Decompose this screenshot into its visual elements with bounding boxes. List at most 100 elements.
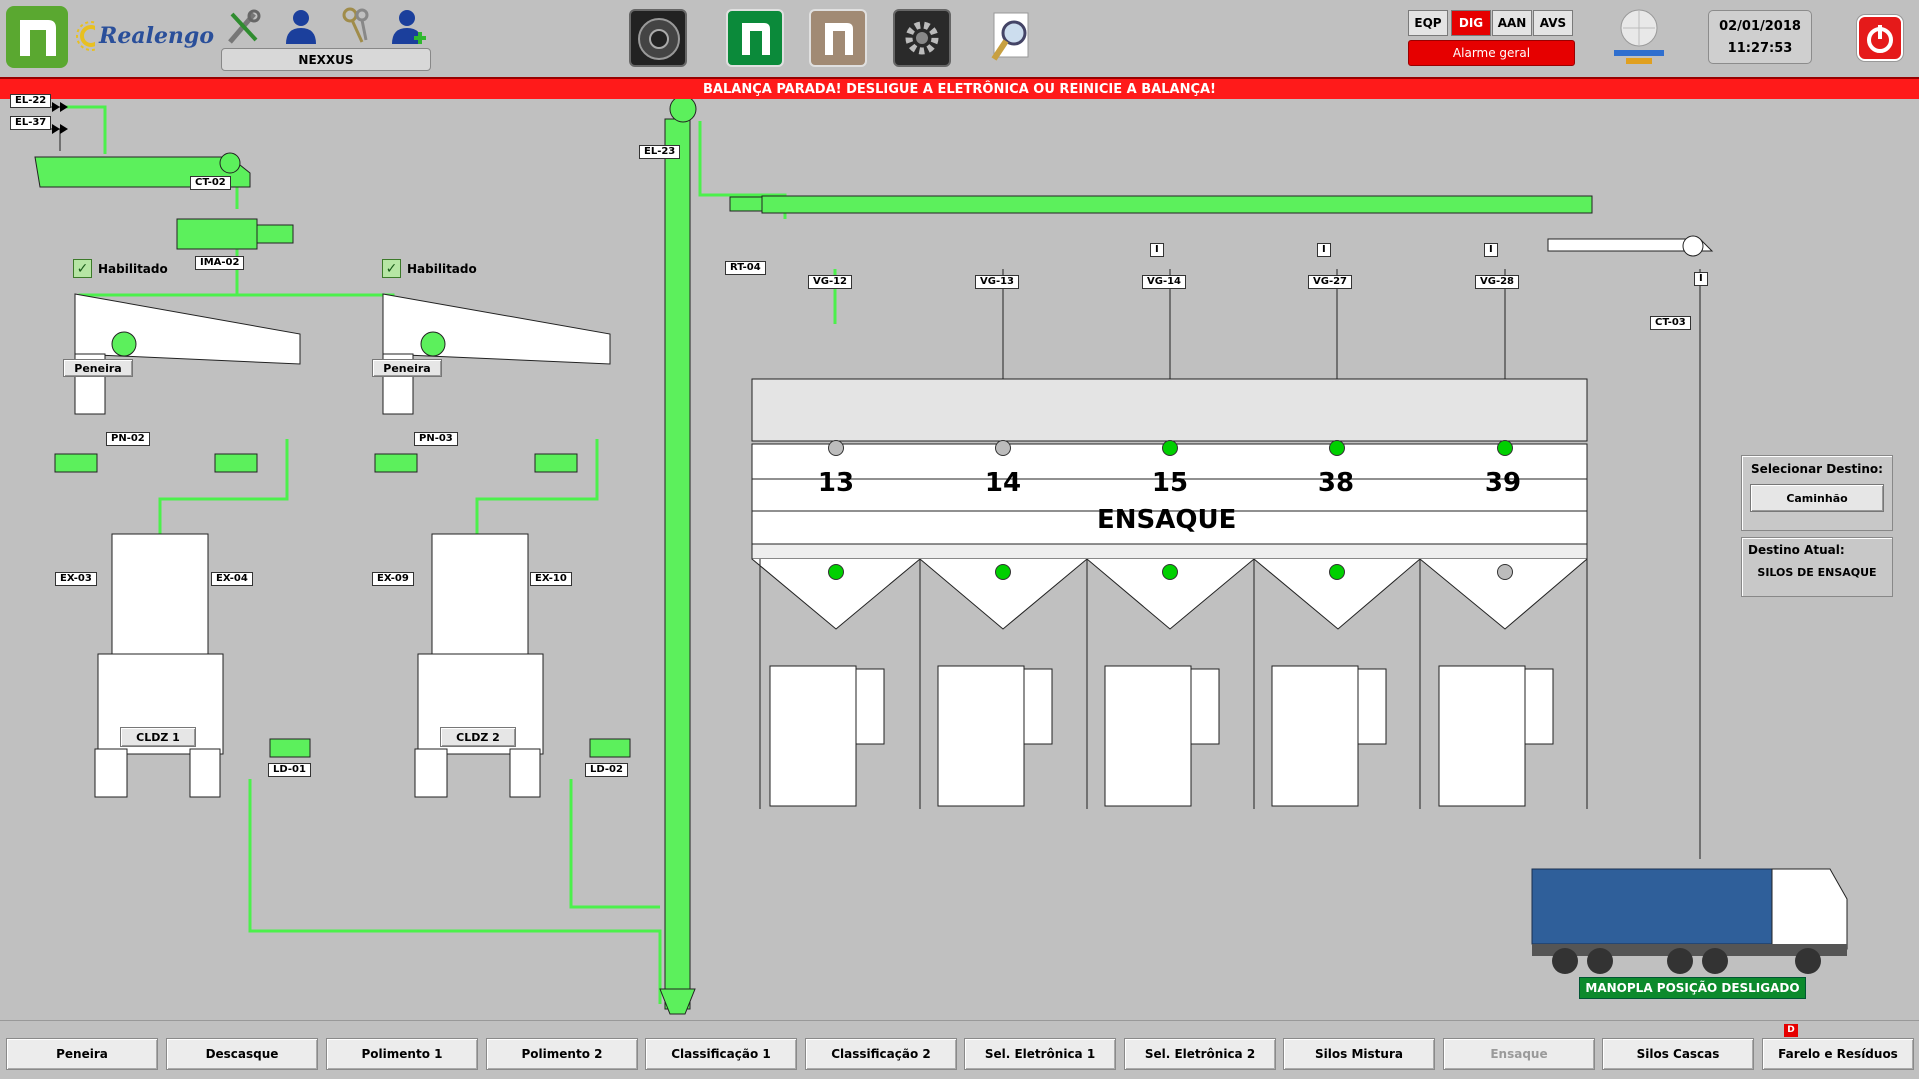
brand-name: Realengo <box>99 23 214 49</box>
inlet-arrows <box>52 102 68 134</box>
sieve-2-button[interactable]: Peneira <box>372 359 442 377</box>
label-vg12[interactable]: VG-12 <box>808 275 853 289</box>
destination-truck-button[interactable]: Caminhão <box>1750 484 1884 512</box>
datetime-display: 02/01/2018 11:27:53 <box>1708 10 1812 64</box>
silo-38-number: 38 <box>1317 468 1355 498</box>
conveyor-ct03 <box>1547 235 1714 257</box>
habilitado-2-label: Habilitado <box>407 261 477 276</box>
silo-13-top-led <box>828 440 844 456</box>
label-rt04[interactable]: RT-04 <box>725 261 766 275</box>
label-el23[interactable]: EL-23 <box>639 145 681 159</box>
label-vg27[interactable]: VG-27 <box>1308 275 1353 289</box>
indicator-i-3: I <box>1484 243 1498 257</box>
nexxus-logo <box>6 6 68 68</box>
nav-ensaque[interactable]: Ensaque <box>1443 1038 1595 1070</box>
tools-icon[interactable] <box>224 8 264 46</box>
silo-39-bottom-led <box>1497 564 1513 580</box>
nav-silos-cascas[interactable]: Silos Cascas <box>1602 1038 1754 1070</box>
scada-screen: Realengo NEXXUS EQP DIG AAN AVS Alarme g… <box>0 0 1919 1079</box>
nav-sel-eletronica-2[interactable]: Sel. Eletrônica 2 <box>1124 1038 1276 1070</box>
nav-polimento-2[interactable]: Polimento 2 <box>486 1038 638 1070</box>
nav-descasque[interactable]: Descasque <box>166 1038 318 1070</box>
speaker-icon[interactable] <box>629 9 687 67</box>
keys-icon[interactable] <box>340 6 372 46</box>
label-ex04[interactable]: EX-04 <box>211 572 253 586</box>
silo-15-number: 15 <box>1151 468 1189 498</box>
nav-polimento-1[interactable]: Polimento 1 <box>326 1038 478 1070</box>
truck-status: MANOPLA POSIÇÃO DESLIGADO <box>1579 977 1806 999</box>
sun-icon <box>76 21 96 51</box>
mode-avs-button[interactable]: AVS <box>1533 10 1573 36</box>
silo-13-bottom-led <box>828 564 844 580</box>
mode-dig-button[interactable]: DIG <box>1451 10 1491 36</box>
realengo-logo: Realengo <box>74 16 214 56</box>
nav-farelo-residuos[interactable]: Farelo e Resíduos <box>1762 1038 1914 1070</box>
indicator-i-1: I <box>1150 243 1164 257</box>
label-ct02[interactable]: CT-02 <box>190 176 231 190</box>
indicator-i-4: I <box>1694 272 1708 286</box>
label-pn02[interactable]: PN-02 <box>106 432 150 446</box>
top-bar: Realengo NEXXUS EQP DIG AAN AVS Alarme g… <box>0 0 1919 77</box>
add-user-icon[interactable] <box>390 6 430 46</box>
habilitado-2[interactable]: ✓ Habilitado <box>382 259 477 278</box>
current-destination-panel: Destino Atual: SILOS DE ENSAQUE <box>1741 537 1893 597</box>
silo-15-top-led <box>1162 440 1178 456</box>
settings-gear-icon[interactable] <box>893 9 951 67</box>
nav-classificacao-2[interactable]: Classificação 2 <box>805 1038 957 1070</box>
mode-eqp-button[interactable]: EQP <box>1408 10 1448 36</box>
label-ct03[interactable]: CT-03 <box>1650 316 1691 330</box>
label-ex10[interactable]: EX-10 <box>530 572 572 586</box>
conveyor-rt04 <box>729 195 1593 214</box>
select-destination-label: Selecionar Destino: <box>1751 462 1883 476</box>
process-diagram <box>10 99 1848 1015</box>
nav-silos-mistura[interactable]: Silos Mistura <box>1283 1038 1435 1070</box>
label-ex03[interactable]: EX-03 <box>55 572 97 586</box>
nav-classificacao-1[interactable]: Classificação 1 <box>645 1038 797 1070</box>
silo-14-number: 14 <box>984 468 1022 498</box>
alarm-banner: BALANÇA PARADA! DESLIGUE A ELETRÔNICA OU… <box>0 77 1919 99</box>
husker-2-button[interactable]: CLDZ 2 <box>440 727 516 747</box>
current-destination-label: Destino Atual: <box>1748 543 1845 557</box>
ensaque-title: ENSAQUE <box>1097 505 1237 535</box>
label-vg28[interactable]: VG-28 <box>1475 275 1520 289</box>
network-icon[interactable] <box>1606 6 1672 68</box>
search-report-icon[interactable] <box>986 9 1044 67</box>
habilitado-1[interactable]: ✓ Habilitado <box>73 259 168 278</box>
label-pn03[interactable]: PN-03 <box>414 432 458 446</box>
current-user: NEXXUS <box>221 48 431 71</box>
sieve-machines <box>74 293 611 415</box>
mode-aan-button[interactable]: AAN <box>1492 10 1532 36</box>
label-ld01[interactable]: LD-01 <box>268 763 311 777</box>
sieve-1-button[interactable]: Peneira <box>63 359 133 377</box>
silo-15-bottom-led <box>1162 564 1178 580</box>
user-icon[interactable] <box>282 6 320 46</box>
nav-peneira[interactable]: Peneira <box>6 1038 158 1070</box>
select-destination-panel: Selecionar Destino: Caminhão <box>1741 455 1893 531</box>
power-icon[interactable] <box>1857 15 1903 61</box>
check-icon[interactable]: ✓ <box>73 259 92 278</box>
husker-1-button[interactable]: CLDZ 1 <box>120 727 196 747</box>
nexxus-brown-icon[interactable] <box>809 9 867 67</box>
habilitado-1-label: Habilitado <box>98 261 168 276</box>
silo-39-top-led <box>1497 440 1513 456</box>
label-vg13[interactable]: VG-13 <box>975 275 1020 289</box>
nav-badge: D <box>1784 1024 1798 1037</box>
truck <box>1531 868 1848 974</box>
label-ld02[interactable]: LD-02 <box>585 763 628 777</box>
label-el22: EL-22 <box>10 94 52 108</box>
label-ima02[interactable]: IMA-02 <box>195 256 245 270</box>
silo-13-number: 13 <box>817 468 855 498</box>
check-icon[interactable]: ✓ <box>382 259 401 278</box>
silo-38-top-led <box>1329 440 1345 456</box>
label-ex09[interactable]: EX-09 <box>372 572 414 586</box>
current-destination-value: SILOS DE ENSAQUE <box>1757 566 1877 579</box>
nav-sel-eletronica-1[interactable]: Sel. Eletrônica 1 <box>964 1038 1116 1070</box>
label-el37: EL-37 <box>10 116 52 130</box>
general-alarm-button[interactable]: Alarme geral <box>1408 40 1575 66</box>
packing-machines <box>769 665 1554 807</box>
time-text: 11:27:53 <box>1727 41 1793 56</box>
nexxus-green-icon[interactable] <box>726 9 784 67</box>
bucket-elevator-el23 <box>659 99 697 1015</box>
silo-14-top-led <box>995 440 1011 456</box>
label-vg14[interactable]: VG-14 <box>1142 275 1187 289</box>
